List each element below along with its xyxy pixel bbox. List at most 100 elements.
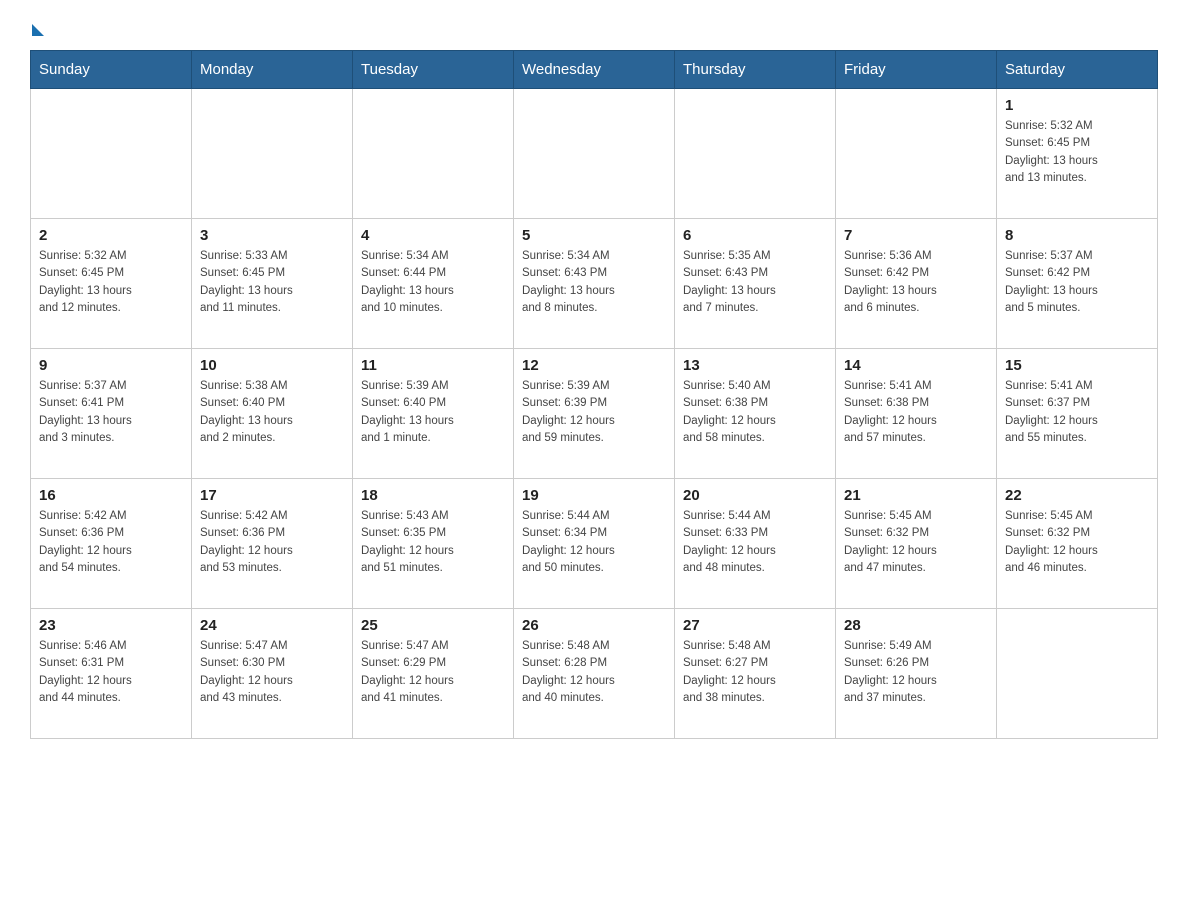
calendar-cell: 23 Sunrise: 5:46 AM Sunset: 6:31 PM Dayli… [31, 609, 192, 739]
day-info: Sunrise: 5:34 AM Sunset: 6:44 PM Dayligh… [361, 248, 505, 317]
calendar-week-row: 23 Sunrise: 5:46 AM Sunset: 6:31 PM Dayli… [31, 609, 1158, 739]
weekday-header-wednesday: Wednesday [514, 51, 675, 89]
day-number: 19 [522, 487, 666, 504]
day-number: 13 [683, 357, 827, 374]
calendar-cell: 6 Sunrise: 5:35 AM Sunset: 6:43 PM Daylig… [675, 219, 836, 349]
day-number: 11 [361, 357, 505, 374]
day-info: Sunrise: 5:39 AM Sunset: 6:40 PM Dayligh… [361, 378, 505, 447]
day-info: Sunrise: 5:43 AM Sunset: 6:35 PM Dayligh… [361, 508, 505, 577]
calendar-table: SundayMondayTuesdayWednesdayThursdayFrid… [30, 50, 1158, 739]
page-header [30, 20, 1158, 34]
day-info: Sunrise: 5:37 AM Sunset: 6:41 PM Dayligh… [39, 378, 183, 447]
calendar-cell: 1 Sunrise: 5:32 AM Sunset: 6:45 PM Daylig… [997, 89, 1158, 219]
day-info: Sunrise: 5:47 AM Sunset: 6:30 PM Dayligh… [200, 638, 344, 707]
day-info: Sunrise: 5:35 AM Sunset: 6:43 PM Dayligh… [683, 248, 827, 317]
calendar-cell: 26Sunrise: 5:48 AM Sunset: 6:28 PM Dayli… [514, 609, 675, 739]
calendar-cell: 11 Sunrise: 5:39 AM Sunset: 6:40 PM Dayli… [353, 349, 514, 479]
calendar-cell: 15 Sunrise: 5:41 AM Sunset: 6:37 PM Dayli… [997, 349, 1158, 479]
calendar-cell: 10 Sunrise: 5:38 AM Sunset: 6:40 PM Dayli… [192, 349, 353, 479]
calendar-week-row: 16 Sunrise: 5:42 AM Sunset: 6:36 PM Dayli… [31, 479, 1158, 609]
day-info: Sunrise: 5:41 AM Sunset: 6:37 PM Dayligh… [1005, 378, 1149, 447]
weekday-header-sunday: Sunday [31, 51, 192, 89]
day-number: 27 [683, 617, 827, 634]
day-info: Sunrise: 5:45 AM Sunset: 6:32 PM Dayligh… [1005, 508, 1149, 577]
day-info: Sunrise: 5:44 AM Sunset: 6:33 PM Dayligh… [683, 508, 827, 577]
weekday-header-monday: Monday [192, 51, 353, 89]
day-info: Sunrise: 5:46 AM Sunset: 6:31 PM Dayligh… [39, 638, 183, 707]
weekday-header-saturday: Saturday [997, 51, 1158, 89]
calendar-cell: 18 Sunrise: 5:43 AM Sunset: 6:35 PM Dayli… [353, 479, 514, 609]
day-number: 9 [39, 357, 183, 374]
day-info: Sunrise: 5:45 AM Sunset: 6:32 PM Dayligh… [844, 508, 988, 577]
day-number: 16 [39, 487, 183, 504]
day-number: 8 [1005, 227, 1149, 244]
day-info: Sunrise: 5:42 AM Sunset: 6:36 PM Dayligh… [200, 508, 344, 577]
day-info: Sunrise: 5:36 AM Sunset: 6:42 PM Dayligh… [844, 248, 988, 317]
calendar-week-row: 9 Sunrise: 5:37 AM Sunset: 6:41 PM Daylig… [31, 349, 1158, 479]
calendar-cell: 20 Sunrise: 5:44 AM Sunset: 6:33 PM Dayli… [675, 479, 836, 609]
calendar-cell: 19 Sunrise: 5:44 AM Sunset: 6:34 PM Dayli… [514, 479, 675, 609]
day-info: Sunrise: 5:44 AM Sunset: 6:34 PM Dayligh… [522, 508, 666, 577]
calendar-cell: 5 Sunrise: 5:34 AM Sunset: 6:43 PM Daylig… [514, 219, 675, 349]
day-number: 3 [200, 227, 344, 244]
day-number: 21 [844, 487, 988, 504]
day-number: 23 [39, 617, 183, 634]
calendar-cell [675, 89, 836, 219]
day-info: Sunrise: 5:37 AM Sunset: 6:42 PM Dayligh… [1005, 248, 1149, 317]
day-number: 6 [683, 227, 827, 244]
calendar-week-row: 1 Sunrise: 5:32 AM Sunset: 6:45 PM Daylig… [31, 89, 1158, 219]
day-info: Sunrise: 5:38 AM Sunset: 6:40 PM Dayligh… [200, 378, 344, 447]
calendar-cell: 4 Sunrise: 5:34 AM Sunset: 6:44 PM Daylig… [353, 219, 514, 349]
calendar-cell: 13 Sunrise: 5:40 AM Sunset: 6:38 PM Dayli… [675, 349, 836, 479]
day-number: 26 [522, 617, 666, 634]
calendar-cell: 24 Sunrise: 5:47 AM Sunset: 6:30 PM Dayli… [192, 609, 353, 739]
day-number: 1 [1005, 97, 1149, 114]
calendar-week-row: 2 Sunrise: 5:32 AM Sunset: 6:45 PM Daylig… [31, 219, 1158, 349]
day-info: Sunrise: 5:49 AM Sunset: 6:26 PM Dayligh… [844, 638, 988, 707]
logo-arrow-icon [32, 24, 44, 36]
day-number: 18 [361, 487, 505, 504]
day-number: 25 [361, 617, 505, 634]
weekday-header-tuesday: Tuesday [353, 51, 514, 89]
weekday-header-friday: Friday [836, 51, 997, 89]
calendar-cell: 3 Sunrise: 5:33 AM Sunset: 6:45 PM Daylig… [192, 219, 353, 349]
day-number: 22 [1005, 487, 1149, 504]
day-number: 10 [200, 357, 344, 374]
calendar-cell: 14Sunrise: 5:41 AM Sunset: 6:38 PM Dayli… [836, 349, 997, 479]
day-number: 15 [1005, 357, 1149, 374]
day-number: 7 [844, 227, 988, 244]
day-info: Sunrise: 5:40 AM Sunset: 6:38 PM Dayligh… [683, 378, 827, 447]
day-number: 24 [200, 617, 344, 634]
calendar-cell: 2 Sunrise: 5:32 AM Sunset: 6:45 PM Daylig… [31, 219, 192, 349]
day-info: Sunrise: 5:32 AM Sunset: 6:45 PM Dayligh… [39, 248, 183, 317]
calendar-cell: 7 Sunrise: 5:36 AM Sunset: 6:42 PM Daylig… [836, 219, 997, 349]
calendar-cell: 8 Sunrise: 5:37 AM Sunset: 6:42 PM Daylig… [997, 219, 1158, 349]
calendar-cell: 21 Sunrise: 5:45 AM Sunset: 6:32 PM Dayli… [836, 479, 997, 609]
calendar-cell [514, 89, 675, 219]
day-number: 20 [683, 487, 827, 504]
day-number: 14 [844, 357, 988, 374]
day-info: Sunrise: 5:34 AM Sunset: 6:43 PM Dayligh… [522, 248, 666, 317]
day-info: Sunrise: 5:39 AM Sunset: 6:39 PM Dayligh… [522, 378, 666, 447]
calendar-cell: 16 Sunrise: 5:42 AM Sunset: 6:36 PM Dayli… [31, 479, 192, 609]
calendar-cell: 27 Sunrise: 5:48 AM Sunset: 6:27 PM Dayli… [675, 609, 836, 739]
day-info: Sunrise: 5:47 AM Sunset: 6:29 PM Dayligh… [361, 638, 505, 707]
calendar-header-row: SundayMondayTuesdayWednesdayThursdayFrid… [31, 51, 1158, 89]
calendar-cell [997, 609, 1158, 739]
day-number: 2 [39, 227, 183, 244]
day-info: Sunrise: 5:48 AM Sunset: 6:27 PM Dayligh… [683, 638, 827, 707]
logo [30, 20, 44, 34]
day-number: 5 [522, 227, 666, 244]
calendar-cell: 9 Sunrise: 5:37 AM Sunset: 6:41 PM Daylig… [31, 349, 192, 479]
day-info: Sunrise: 5:32 AM Sunset: 6:45 PM Dayligh… [1005, 118, 1149, 187]
day-number: 28 [844, 617, 988, 634]
day-number: 4 [361, 227, 505, 244]
day-info: Sunrise: 5:33 AM Sunset: 6:45 PM Dayligh… [200, 248, 344, 317]
calendar-cell [353, 89, 514, 219]
calendar-cell: 28 Sunrise: 5:49 AM Sunset: 6:26 PM Dayli… [836, 609, 997, 739]
calendar-cell [836, 89, 997, 219]
day-number: 12 [522, 357, 666, 374]
calendar-cell: 25 Sunrise: 5:47 AM Sunset: 6:29 PM Dayli… [353, 609, 514, 739]
day-info: Sunrise: 5:42 AM Sunset: 6:36 PM Dayligh… [39, 508, 183, 577]
calendar-cell: 22 Sunrise: 5:45 AM Sunset: 6:32 PM Dayli… [997, 479, 1158, 609]
